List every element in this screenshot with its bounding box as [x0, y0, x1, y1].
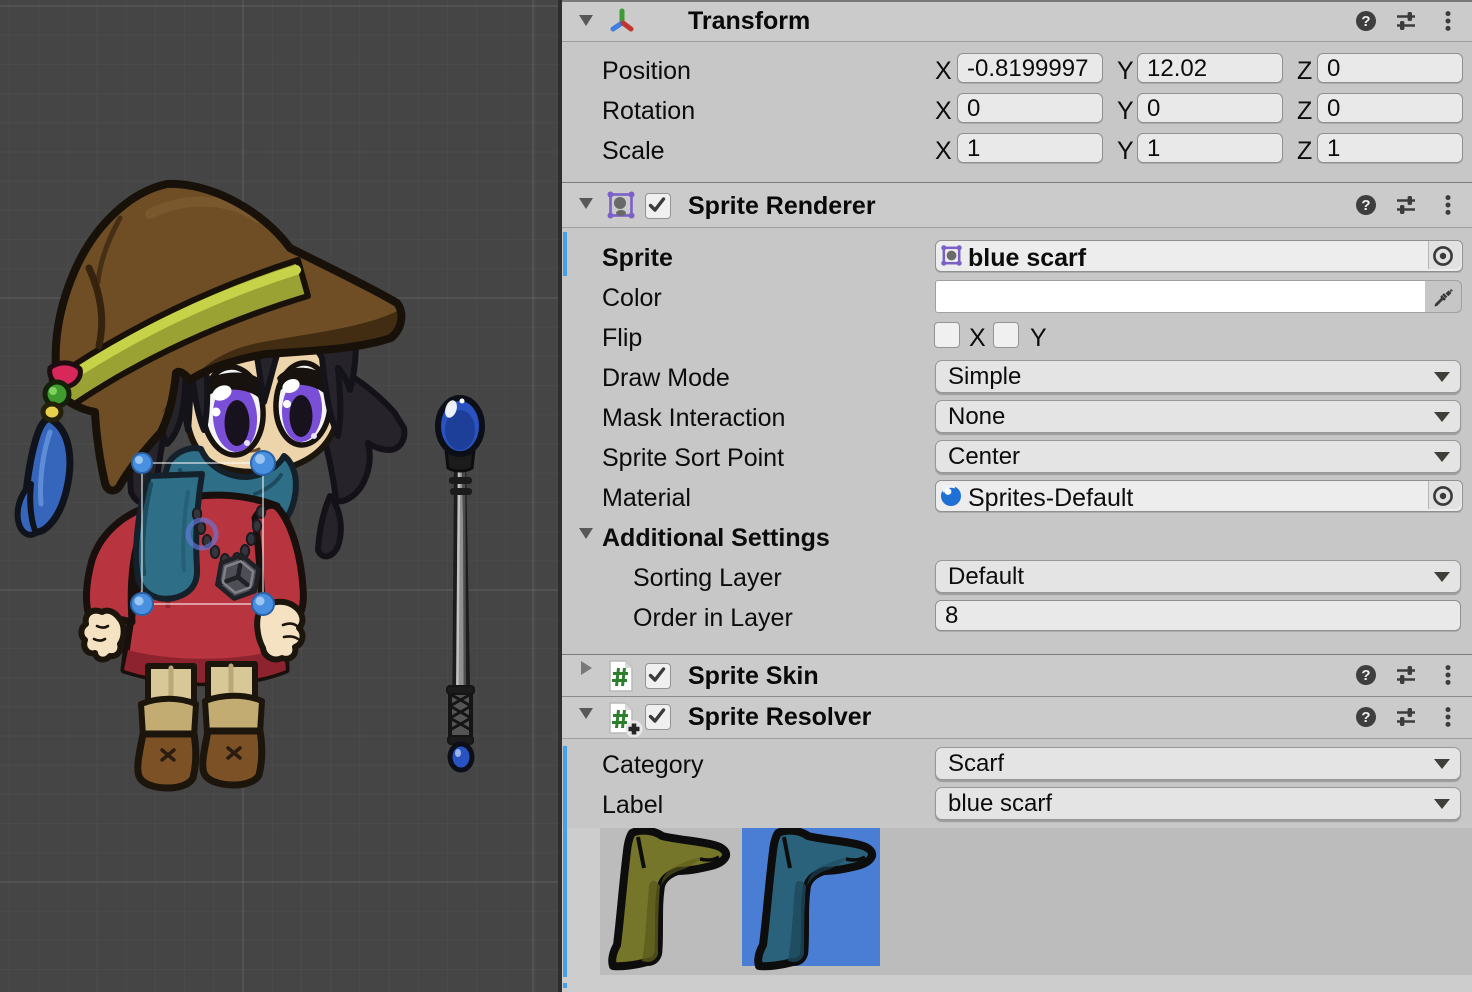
svg-text:?: ?: [1361, 667, 1370, 684]
svg-text:?: ?: [1361, 709, 1370, 726]
svg-text:?: ?: [1361, 13, 1370, 30]
svg-text:?: ?: [1361, 197, 1370, 214]
